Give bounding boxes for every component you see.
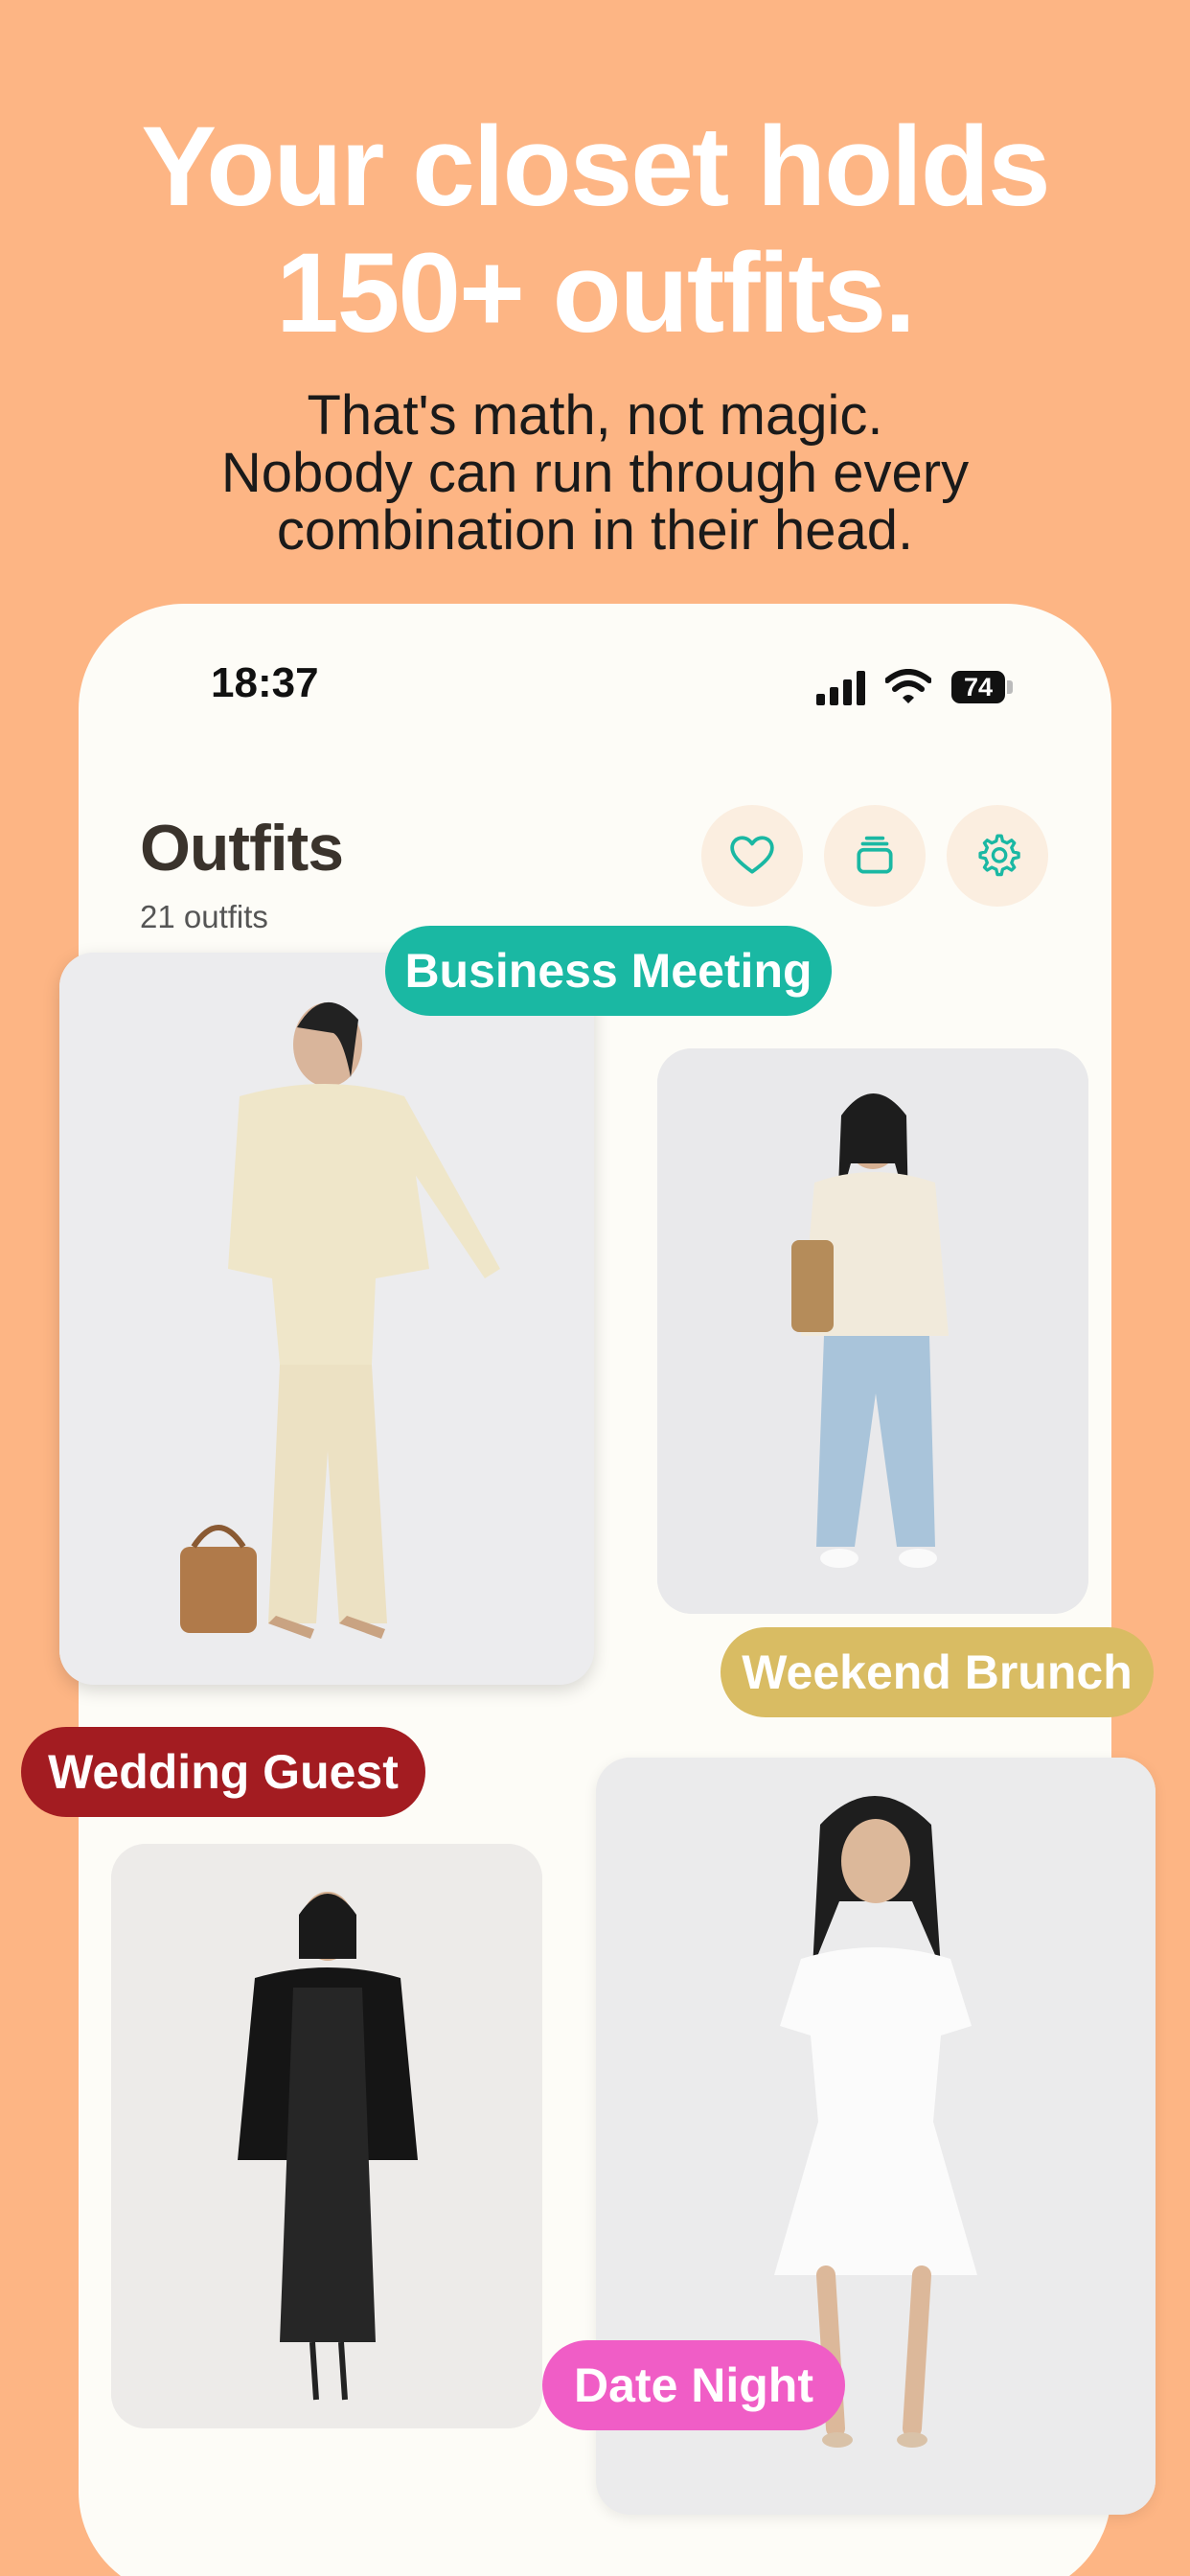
stack-icon <box>857 836 893 874</box>
outfit-photo <box>657 1048 1088 1614</box>
outfit-card-business-meeting[interactable] <box>59 953 594 1685</box>
tag-wedding-guest[interactable]: Wedding Guest <box>21 1727 425 1817</box>
favorites-button[interactable] <box>701 805 803 907</box>
gear-icon <box>978 834 1020 877</box>
settings-button[interactable] <box>947 805 1048 907</box>
signal-icon <box>816 671 865 705</box>
tag-weekend-brunch[interactable]: Weekend Brunch <box>721 1627 1154 1717</box>
subtitle-line-3: combination in their head. <box>276 499 914 562</box>
heart-icon <box>730 836 774 874</box>
page-title: Outfits <box>140 812 344 885</box>
wifi-icon <box>885 669 931 703</box>
outfit-photo <box>59 953 594 1685</box>
headline-line-1: Your closet holds <box>141 104 1050 230</box>
status-time: 18:37 <box>211 659 319 706</box>
tag-date-night[interactable]: Date Night <box>542 2340 845 2430</box>
onboarding-screen: Your closet holds 150+ outfits. That's m… <box>0 0 1190 2576</box>
outfit-card-wedding-guest[interactable] <box>111 1844 542 2428</box>
outfit-card-weekend-brunch[interactable] <box>657 1048 1088 1614</box>
collections-button[interactable] <box>824 805 926 907</box>
outfit-photo <box>111 1844 542 2428</box>
subtitle-line-1: That's math, not magic. <box>307 384 883 447</box>
headline-line-2: 150+ outfits. <box>276 230 916 356</box>
battery-icon: 74 <box>951 671 1005 703</box>
tag-business-meeting[interactable]: Business Meeting <box>385 926 832 1016</box>
outfit-count: 21 outfits <box>140 899 268 934</box>
subtitle-line-2: Nobody can run through every <box>220 442 970 504</box>
battery-cap <box>1007 680 1013 694</box>
